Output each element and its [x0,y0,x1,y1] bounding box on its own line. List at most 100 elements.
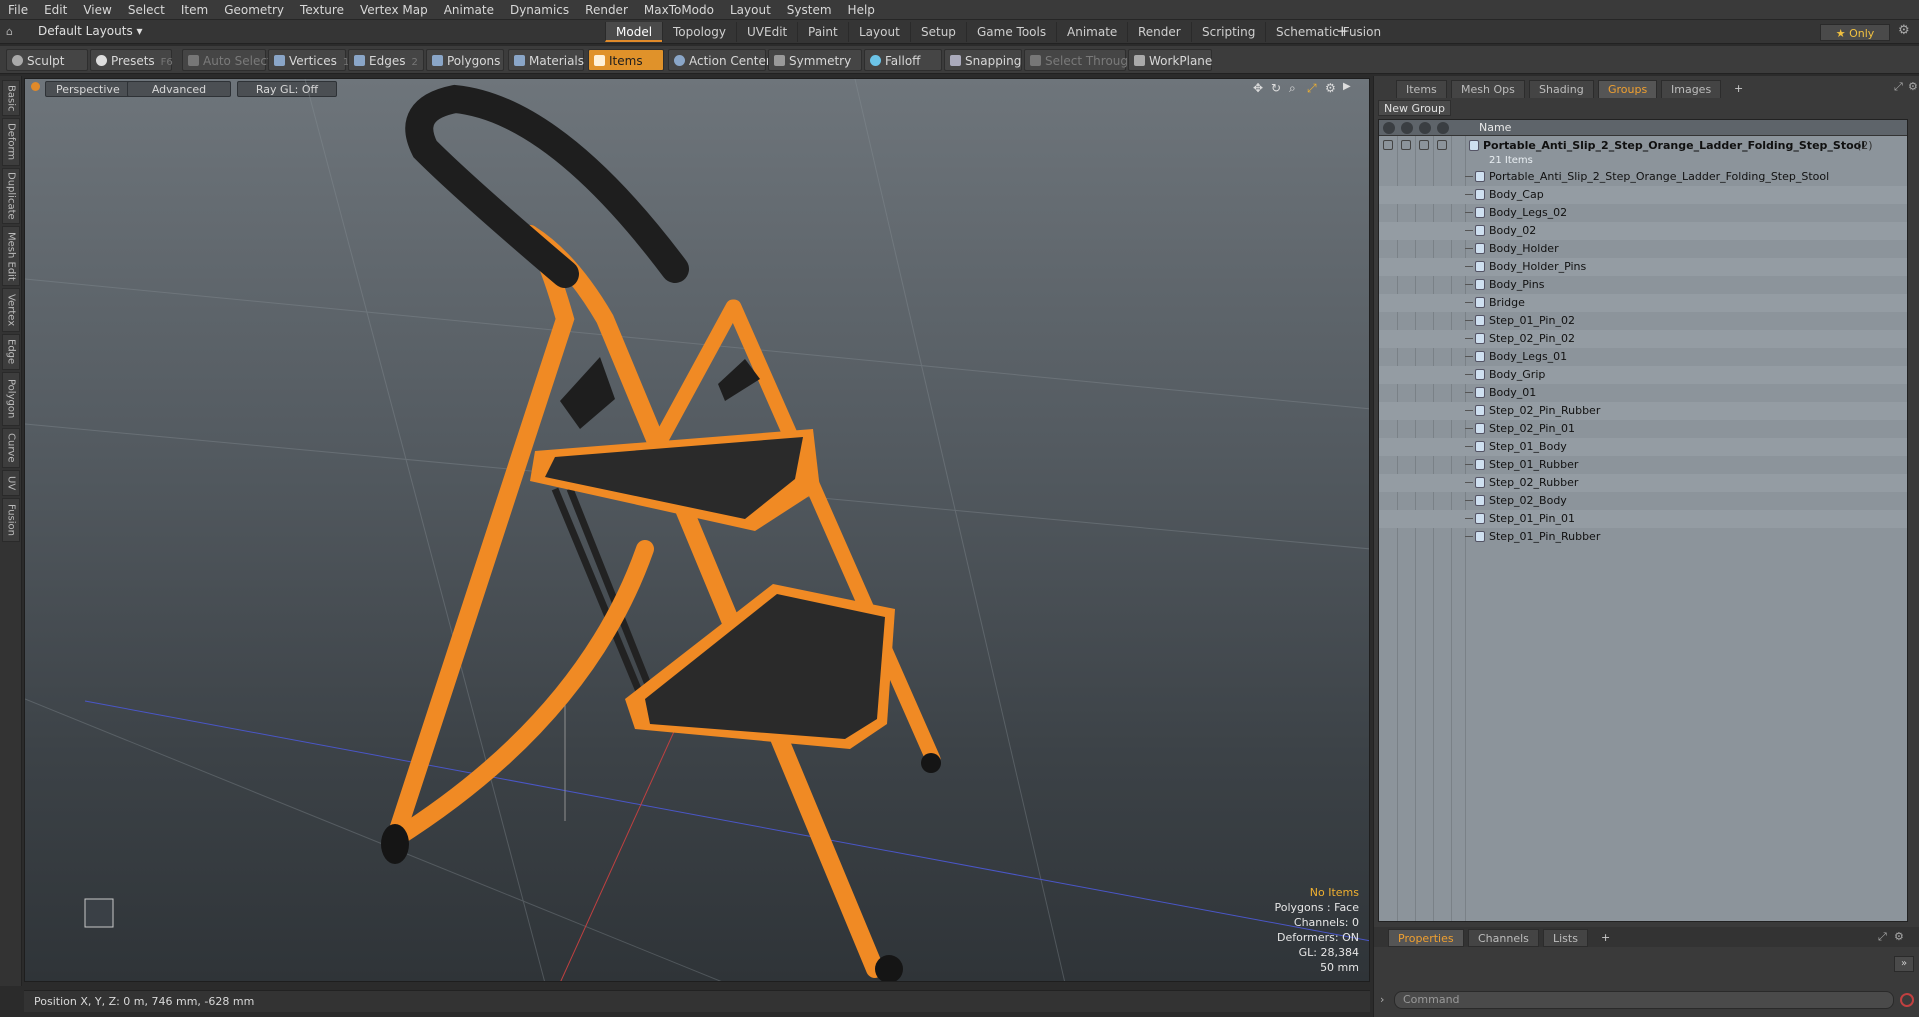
add-bottom-tab-button[interactable]: + [1592,929,1619,947]
panel-tab-shading[interactable]: Shading [1529,80,1594,98]
auto-select-button[interactable]: Auto Select [182,49,272,71]
tree-item-label[interactable]: Body_Holder [1489,242,1559,255]
gear-icon[interactable]: ⚙ [1898,23,1910,38]
sculpt-button[interactable]: Sculpt [6,49,88,71]
menu-render[interactable]: Render [577,3,636,17]
menu-edit[interactable]: Edit [36,3,75,17]
layout-tab-schematic-fusion[interactable]: Schematic Fusion [1265,22,1391,42]
root-render-toggle[interactable] [1401,140,1411,150]
render-column-icon[interactable] [1401,122,1413,134]
left-tab-edge[interactable]: Edge [2,334,20,370]
layout-tab-game-tools[interactable]: Game Tools [966,22,1056,42]
tree-row[interactable]: Step_01_Pin_01 [1379,510,1907,528]
tree-row[interactable]: Step_02_Pin_01 [1379,420,1907,438]
tree-row[interactable]: Portable_Anti_Slip_2_Step_Orange_Ladder_… [1379,168,1907,186]
panel-tab-images[interactable]: Images [1661,80,1722,98]
select-through-button[interactable]: Select Through [1024,49,1136,71]
menu-system[interactable]: System [779,3,840,17]
tree-row[interactable]: Body_Cap [1379,186,1907,204]
tree-item-label[interactable]: Body_01 [1489,386,1536,399]
tree-item-label[interactable]: Body_Legs_01 [1489,350,1567,363]
menu-geometry[interactable]: Geometry [216,3,292,17]
root-select-toggle[interactable] [1437,140,1447,150]
menu-dynamics[interactable]: Dynamics [502,3,577,17]
bottom-tab-properties[interactable]: Properties [1388,929,1464,947]
lock-column-icon[interactable] [1419,122,1431,134]
tree-row[interactable]: Step_01_Rubber [1379,456,1907,474]
tree-row[interactable]: Step_01_Pin_Rubber [1379,528,1907,546]
menu-texture[interactable]: Texture [292,3,352,17]
tree-item-label[interactable]: Step_01_Body [1489,440,1567,453]
left-tab-fusion[interactable]: Fusion [2,498,20,542]
tree-item-label[interactable]: Body_Legs_02 [1489,206,1567,219]
layout-tab-animate[interactable]: Animate [1056,22,1127,42]
snapping-button[interactable]: Snapping [944,49,1022,71]
menu-animate[interactable]: Animate [436,3,502,17]
tree-item-label[interactable]: Body_Pins [1489,278,1544,291]
tree-row[interactable]: Step_01_Body [1379,438,1907,456]
symmetry-button[interactable]: Symmetry [768,49,862,71]
tree-row[interactable]: Body_01 [1379,384,1907,402]
layout-tab-render[interactable]: Render [1127,22,1191,42]
add-panel-tab-button[interactable]: + [1725,80,1752,98]
root-visibility-toggle[interactable] [1383,140,1393,150]
layout-tab-layout[interactable]: Layout [848,22,910,42]
left-tab-uv[interactable]: UV [2,470,20,496]
only-toggle[interactable]: ★ Only [1820,24,1890,41]
menu-maxtomodo[interactable]: MaxToModo [636,3,722,17]
panel-tab-mesh-ops[interactable]: Mesh Ops [1451,80,1525,98]
tree-item-label[interactable]: Body_02 [1489,224,1536,237]
menu-view[interactable]: View [75,3,119,17]
tree-item-label[interactable]: Step_01_Pin_Rubber [1489,530,1600,543]
left-tab-curve[interactable]: Curve [2,428,20,468]
tree-row[interactable]: Body_Legs_02 [1379,204,1907,222]
panel-tab-items[interactable]: Items [1396,80,1447,98]
command-stop-icon[interactable] [1900,993,1914,1007]
menu-file[interactable]: File [0,3,36,17]
tree-row[interactable]: Body_Legs_01 [1379,348,1907,366]
tree-item-label[interactable]: Body_Holder_Pins [1489,260,1586,273]
presets-button[interactable]: Presets F6 [90,49,173,71]
tree-row[interactable]: Body_02 [1379,222,1907,240]
tree-row[interactable]: Body_Grip [1379,366,1907,384]
left-tab-duplicate[interactable]: Duplicate [2,168,20,224]
falloff-button[interactable]: Falloff [864,49,942,71]
layout-tab-topology[interactable]: Topology [662,22,736,42]
layout-tab-setup[interactable]: Setup [910,22,966,42]
expand-arrow-button[interactable]: » [1894,956,1914,972]
tree-item-label[interactable]: Step_01_Rubber [1489,458,1578,471]
layout-tab-uvedit[interactable]: UVEdit [736,22,797,42]
bottom-settings-icon[interactable]: ⚙ [1894,930,1904,943]
left-tab-vertex[interactable]: Vertex [2,288,20,332]
expand-bottom-icon[interactable]: ⤢ [1878,930,1887,944]
tree-item-label[interactable]: Portable_Anti_Slip_2_Step_Orange_Ladder_… [1489,170,1829,183]
layout-home-icon[interactable]: ⌂ [6,25,18,38]
edges-button[interactable]: Edges 2 [348,49,424,71]
tree-row[interactable]: Step_02_Pin_Rubber [1379,402,1907,420]
menu-select[interactable]: Select [120,3,173,17]
tree-row[interactable]: Step_02_Pin_02 [1379,330,1907,348]
menu-help[interactable]: Help [840,3,883,17]
left-tab-mesh-edit[interactable]: Mesh Edit [2,226,20,286]
tree-row[interactable]: Step_02_Body [1379,492,1907,510]
layout-tab-scripting[interactable]: Scripting [1191,22,1265,42]
menu-layout[interactable]: Layout [722,3,779,17]
layout-tab-model[interactable]: Model [605,22,663,42]
polygons-button[interactable]: Polygons [426,49,504,71]
menu-item[interactable]: Item [173,3,216,17]
visibility-column-icon[interactable] [1383,122,1395,134]
tree-item-label[interactable]: Step_01_Pin_01 [1489,512,1575,525]
tree-item-label[interactable]: Step_02_Rubber [1489,476,1578,489]
panel-settings-icon[interactable]: ⚙ [1908,80,1918,93]
left-tab-deform[interactable]: Deform [2,118,20,166]
tree-item-label[interactable]: Bridge [1489,296,1525,309]
bottom-tab-lists[interactable]: Lists [1543,929,1588,947]
layout-tab-paint[interactable]: Paint [797,22,848,42]
name-column-header[interactable]: Name [1479,121,1511,134]
action-center-button[interactable]: Action Center [668,49,771,71]
tree-item-label[interactable]: Step_02_Body [1489,494,1567,507]
tree-item-label[interactable]: Step_02_Pin_02 [1489,332,1575,345]
tree-row[interactable]: Body_Holder [1379,240,1907,258]
new-group-button[interactable]: New Group [1378,100,1451,116]
bottom-tab-channels[interactable]: Channels [1468,929,1539,947]
